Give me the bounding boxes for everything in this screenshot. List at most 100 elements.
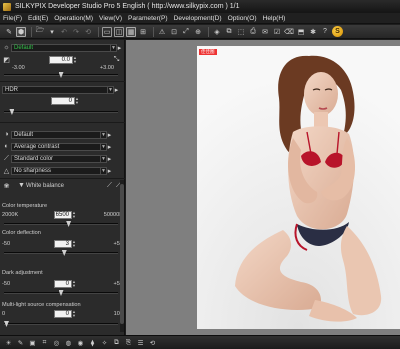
- color-deflection-spin[interactable]: ▲ ▼: [72, 240, 77, 248]
- color-deflection-thumb[interactable]: [61, 250, 67, 256]
- check-icon[interactable]: ☑: [272, 27, 282, 37]
- tag-list-icon[interactable]: ☰: [136, 338, 145, 347]
- paste-params-icon[interactable]: ⎘: [124, 338, 133, 347]
- tool-icon[interactable]: ✎: [4, 27, 14, 37]
- star-icon[interactable]: ✱: [308, 27, 318, 37]
- history-icon[interactable]: ⟲: [148, 338, 157, 347]
- crop-icon[interactable]: ⌗: [40, 338, 49, 347]
- mail-icon[interactable]: ✉: [260, 27, 270, 37]
- undo-icon[interactable]: ↶: [59, 27, 69, 37]
- single-view-icon[interactable]: ▭: [102, 26, 112, 37]
- fit-icon[interactable]: ⤢: [181, 27, 191, 37]
- color-temperature-slider[interactable]: [4, 221, 118, 227]
- hdr-slider-thumb[interactable]: [9, 109, 15, 115]
- exposure-slider[interactable]: [4, 72, 118, 78]
- warning-icon[interactable]: ⚠: [157, 27, 167, 37]
- menu-bar: File(F) Edit(E) Operation(M) View(V) Par…: [0, 13, 400, 24]
- color-temperature-value[interactable]: 6500: [54, 211, 72, 219]
- color-temperature-thumb[interactable]: [66, 221, 72, 227]
- hdr-value[interactable]: 0: [51, 97, 75, 105]
- menu-help[interactable]: Help(H): [263, 15, 286, 22]
- develop-mode-icon[interactable]: ⬢: [16, 26, 26, 37]
- hdr-slider[interactable]: [4, 109, 118, 115]
- exposure-spin[interactable]: ▲ ▼: [73, 55, 78, 64]
- chevron-right-icon[interactable]: ▸: [107, 130, 112, 139]
- image-viewport[interactable]: 佳佳图: [126, 40, 400, 335]
- compare-view-icon[interactable]: ◫: [114, 26, 124, 37]
- delete-icon[interactable]: ⌫: [284, 27, 294, 37]
- open-folder-icon[interactable]: 🗁: [35, 27, 45, 37]
- wb-eyedropper-icon[interactable]: ⟋: [105, 181, 114, 190]
- thumbnail-view-icon[interactable]: ▦: [126, 26, 136, 37]
- model-photo: [197, 46, 400, 329]
- multi-light-value[interactable]: 0: [54, 310, 72, 318]
- multi-light-min: 0: [2, 311, 6, 317]
- redo-icon[interactable]: ↷: [71, 27, 81, 37]
- copy-params-icon[interactable]: ⧉: [112, 338, 121, 347]
- menu-operation[interactable]: Operation(M): [54, 15, 93, 22]
- transform-icon[interactable]: ⧫: [88, 338, 97, 347]
- highlight-icon[interactable]: ✧: [100, 338, 109, 347]
- menu-edit[interactable]: Edit(E): [28, 15, 48, 22]
- color-deflection-label: Color deflection: [2, 230, 41, 236]
- dark-adjustment-thumb[interactable]: [58, 290, 64, 296]
- panel-scrollbar[interactable]: [120, 180, 124, 332]
- white-balance-icon: ❀: [3, 182, 10, 190]
- light-bulb-icon[interactable]: ☀: [4, 338, 13, 347]
- chevron-right-icon[interactable]: ▸: [114, 85, 119, 94]
- menu-view[interactable]: View(V): [99, 15, 122, 22]
- noise-icon[interactable]: ◍: [64, 338, 73, 347]
- dark-adjustment-value[interactable]: 0: [54, 280, 72, 288]
- silkypix-logo-icon[interactable]: S: [332, 26, 343, 37]
- exposure-value[interactable]: 0.0: [49, 55, 73, 64]
- preset-combo[interactable]: Default ▼: [11, 43, 117, 52]
- hdr-combo[interactable]: HDR ▼: [2, 85, 114, 94]
- dark-adjustment-slider[interactable]: [4, 290, 118, 296]
- color-combo[interactable]: Standard color ▼: [11, 154, 107, 163]
- exposure-slider-thumb[interactable]: [58, 72, 64, 78]
- multi-light-thumb[interactable]: [4, 321, 9, 327]
- pencil-icon[interactable]: ✎: [16, 338, 25, 347]
- menu-parameter[interactable]: Parameter(P): [128, 15, 168, 22]
- batch-icon[interactable]: ⧉: [224, 27, 234, 37]
- multi-light-spin[interactable]: ▲ ▼: [72, 310, 77, 318]
- color-deflection-slider[interactable]: [4, 250, 118, 256]
- preview-photo[interactable]: [197, 46, 400, 329]
- exposure-auto-icon[interactable]: ⤡: [112, 55, 121, 64]
- color-temperature-spin[interactable]: ▲ ▼: [72, 211, 77, 219]
- split-view-icon[interactable]: ⊞: [138, 27, 148, 37]
- contrast-combo[interactable]: Average contrast ▼: [11, 142, 107, 151]
- lens-icon[interactable]: ◎: [52, 338, 61, 347]
- help-icon[interactable]: ?: [320, 27, 330, 37]
- tag-icon[interactable]: ⬒: [296, 27, 306, 37]
- color-temperature-min: 2000K: [2, 212, 19, 218]
- menu-file[interactable]: File(F): [3, 15, 22, 22]
- zoom-icon[interactable]: ⊕: [193, 27, 203, 37]
- tone-combo[interactable]: Default ▼: [11, 130, 107, 139]
- chevron-right-icon[interactable]: ▸: [107, 166, 112, 175]
- contrast-row: ◐ Average contrast ▼ ▸: [2, 142, 123, 151]
- fine-color-icon[interactable]: ◉: [76, 338, 85, 347]
- chevron-right-icon[interactable]: ▸: [107, 154, 112, 163]
- sharpness-row: △ No sharpness ▼ ▸: [2, 166, 123, 175]
- develop-icon[interactable]: ◈: [212, 27, 222, 37]
- chevron-down-icon[interactable]: ▼: [17, 181, 26, 190]
- export-icon[interactable]: ⬚: [236, 27, 246, 37]
- dropdown-arrow-icon[interactable]: ▾: [47, 27, 57, 37]
- color-deflection-value[interactable]: 3: [54, 240, 72, 248]
- multi-light-slider[interactable]: [4, 321, 118, 327]
- menu-option[interactable]: Option(O): [228, 15, 257, 22]
- dark-adjustment-spin[interactable]: ▲ ▼: [72, 280, 77, 288]
- hdr-spin[interactable]: ▲ ▼: [75, 97, 80, 105]
- panel-scrollbar-thumb[interactable]: [120, 184, 124, 324]
- grid-icon[interactable]: ⊡: [169, 27, 179, 37]
- chevron-right-icon[interactable]: ▸: [117, 43, 122, 52]
- sharpness-combo[interactable]: No sharpness ▼: [11, 166, 107, 175]
- menu-development[interactable]: Development(D): [174, 15, 222, 22]
- toolbar-separator: [31, 26, 32, 37]
- print-icon[interactable]: ⎙: [248, 27, 258, 37]
- rotate-icon[interactable]: ⟲: [83, 27, 93, 37]
- chevron-right-icon[interactable]: ▸: [107, 142, 112, 151]
- comment-icon[interactable]: ▣: [28, 338, 37, 347]
- hdr-value-row: 0 ▲ ▼: [2, 97, 123, 105]
